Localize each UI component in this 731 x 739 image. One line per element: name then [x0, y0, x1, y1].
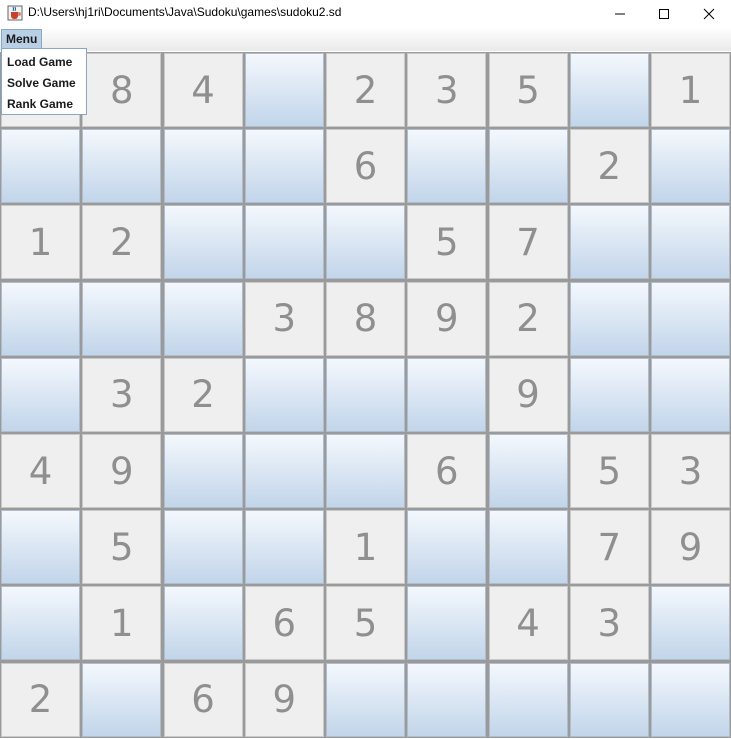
sudoku-cell[interactable] — [244, 510, 324, 585]
minimize-icon — [615, 13, 625, 15]
sudoku-cell[interactable]: 9 — [244, 662, 324, 737]
sudoku-cell[interactable]: 8 — [326, 281, 405, 356]
sudoku-cell[interactable]: 5 — [407, 205, 487, 280]
sudoku-cell[interactable] — [82, 129, 162, 204]
sudoku-cell[interactable] — [407, 586, 487, 661]
sudoku-cell[interactable]: 6 — [326, 129, 405, 204]
sudoku-cell[interactable] — [651, 586, 730, 661]
sudoku-cell[interactable] — [407, 357, 487, 432]
sudoku-cell[interactable]: 9 — [82, 434, 162, 508]
sudoku-cell[interactable]: 1 — [326, 510, 405, 585]
solve-game-menu-item[interactable]: Solve Game — [7, 73, 76, 93]
menu-bar: Menu — [0, 27, 731, 51]
sudoku-cell[interactable] — [82, 662, 162, 737]
sudoku-cell[interactable] — [651, 357, 730, 432]
sudoku-cell[interactable] — [651, 662, 730, 737]
sudoku-cell[interactable] — [244, 357, 324, 432]
load-game-menu-item[interactable]: Load Game — [7, 52, 72, 72]
sudoku-cell[interactable] — [1, 586, 80, 661]
sudoku-cell[interactable] — [569, 357, 649, 432]
sudoku-cell[interactable]: 1 — [82, 586, 162, 661]
menu-dropdown: Load Game Solve Game Rank Game — [1, 48, 87, 115]
sudoku-cell[interactable] — [326, 662, 405, 737]
sudoku-cell[interactable] — [488, 129, 568, 204]
sudoku-cell[interactable] — [326, 357, 405, 432]
maximize-button[interactable] — [641, 0, 687, 27]
menu-button[interactable]: Menu — [1, 29, 43, 49]
sudoku-cell[interactable] — [163, 434, 243, 508]
sudoku-cell[interactable]: 4 — [488, 586, 568, 661]
sudoku-cell[interactable]: 2 — [1, 662, 80, 737]
sudoku-cell[interactable] — [488, 662, 568, 737]
sudoku-cell[interactable] — [651, 205, 730, 280]
sudoku-cell[interactable]: 5 — [569, 434, 649, 508]
sudoku-cell[interactable]: 4 — [163, 53, 243, 127]
sudoku-cell[interactable] — [1, 281, 80, 356]
sudoku-cell[interactable] — [244, 205, 324, 280]
sudoku-cell[interactable]: 9 — [488, 357, 568, 432]
sudoku-cell[interactable] — [244, 129, 324, 204]
sudoku-cell[interactable] — [651, 129, 730, 204]
sudoku-cell[interactable] — [82, 281, 162, 356]
sudoku-cell[interactable] — [163, 205, 243, 280]
sudoku-cell[interactable]: 6 — [244, 586, 324, 661]
sudoku-cell[interactable] — [488, 510, 568, 585]
sudoku-cell[interactable]: 5 — [326, 586, 405, 661]
sudoku-cell[interactable]: 6 — [407, 434, 487, 508]
sudoku-cell[interactable]: 2 — [326, 53, 405, 127]
sudoku-cell[interactable]: 8 — [82, 53, 162, 127]
sudoku-cell[interactable]: 9 — [651, 510, 730, 585]
sudoku-cell[interactable]: 3 — [651, 434, 730, 508]
sudoku-cell[interactable] — [1, 129, 80, 204]
sudoku-cell[interactable] — [569, 281, 649, 356]
sudoku-cell[interactable]: 2 — [163, 357, 243, 432]
sudoku-cell[interactable] — [163, 586, 243, 661]
sudoku-cell[interactable]: 9 — [407, 281, 487, 356]
sudoku-cell[interactable]: 6 — [163, 662, 243, 737]
sudoku-cell[interactable]: 7 — [569, 510, 649, 585]
sudoku-cell[interactable]: 3 — [244, 281, 324, 356]
sudoku-cell[interactable] — [569, 205, 649, 280]
sudoku-cell[interactable] — [407, 129, 487, 204]
minimize-button[interactable] — [597, 0, 643, 27]
sudoku-cell[interactable] — [163, 510, 243, 585]
sudoku-cell[interactable]: 2 — [488, 281, 568, 356]
sudoku-cell[interactable]: 7 — [488, 205, 568, 280]
sudoku-cell[interactable] — [163, 129, 243, 204]
maximize-icon — [659, 9, 669, 19]
java-cup-icon — [7, 5, 23, 21]
sudoku-cell[interactable] — [326, 434, 405, 508]
rank-game-menu-item[interactable]: Rank Game — [7, 94, 73, 114]
sudoku-cell[interactable]: 5 — [488, 53, 568, 127]
sudoku-cell[interactable] — [1, 510, 80, 585]
sudoku-cell[interactable]: 4 — [1, 434, 80, 508]
sudoku-cell[interactable]: 2 — [569, 129, 649, 204]
sudoku-board: 7842351621257389232949653517916543269 — [0, 52, 731, 738]
sudoku-cell[interactable]: 3 — [82, 357, 162, 432]
sudoku-cell[interactable] — [1, 357, 80, 432]
sudoku-cell[interactable]: 2 — [82, 205, 162, 280]
close-button[interactable] — [686, 0, 731, 27]
sudoku-cell[interactable] — [244, 53, 324, 127]
sudoku-cell[interactable] — [407, 662, 487, 737]
sudoku-cell[interactable] — [569, 53, 649, 127]
sudoku-cell[interactable] — [651, 281, 730, 356]
sudoku-cell[interactable] — [407, 510, 487, 585]
sudoku-cell[interactable] — [326, 205, 405, 280]
sudoku-cell[interactable] — [163, 281, 243, 356]
sudoku-cell[interactable]: 1 — [1, 205, 80, 280]
sudoku-cell[interactable] — [244, 434, 324, 508]
window-title: D:\Users\hj1ri\Documents\Java\Sudoku\gam… — [28, 5, 342, 19]
sudoku-cell[interactable]: 1 — [651, 53, 730, 127]
sudoku-cell[interactable] — [488, 434, 568, 508]
sudoku-cell[interactable]: 3 — [407, 53, 487, 127]
title-bar: D:\Users\hj1ri\Documents\Java\Sudoku\gam… — [0, 0, 731, 27]
sudoku-cell[interactable]: 3 — [569, 586, 649, 661]
sudoku-cell[interactable]: 5 — [82, 510, 162, 585]
close-icon — [703, 8, 715, 20]
sudoku-cell[interactable] — [569, 662, 649, 737]
